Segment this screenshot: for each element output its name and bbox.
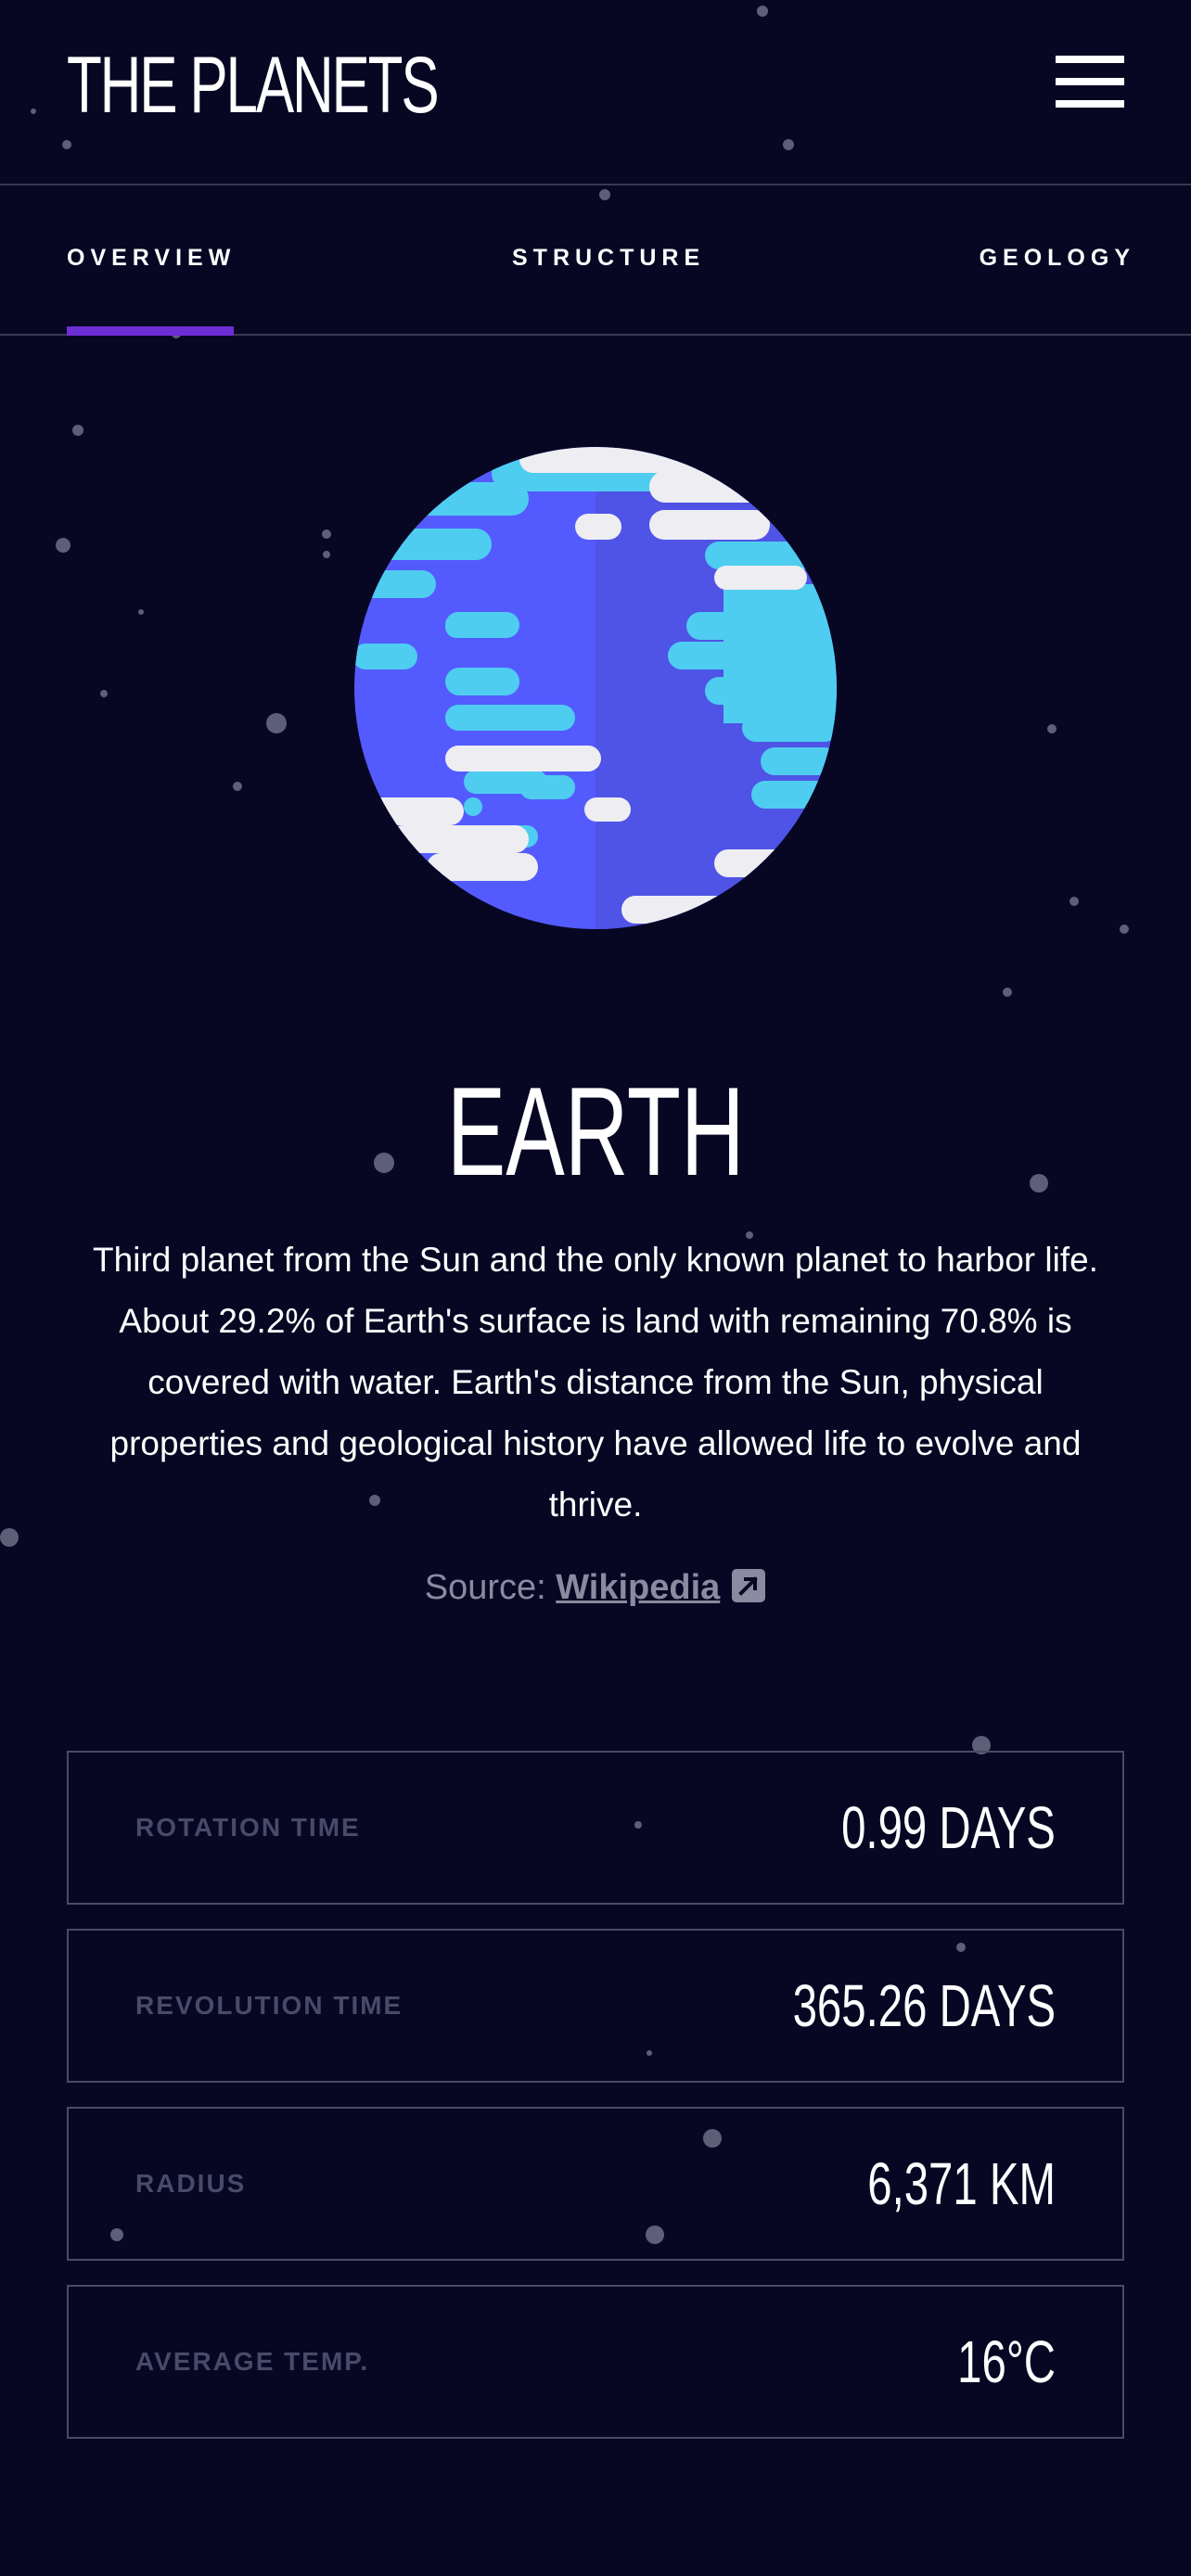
stat-label: AVERAGE TEMP. xyxy=(135,2347,370,2376)
stat-average-temp: AVERAGE TEMP. 16°C xyxy=(67,2285,1124,2439)
tab-geology[interactable]: GEOLOGY xyxy=(980,185,1135,334)
wikipedia-link[interactable]: Wikipedia xyxy=(556,1568,720,1607)
source-prefix: Source: xyxy=(424,1568,557,1607)
stat-value: 6,371 KM xyxy=(867,2150,1056,2217)
active-tab-indicator xyxy=(67,326,234,336)
stat-value: 365.26 DAYS xyxy=(792,1972,1056,2039)
planet-description: Third planet from the Sun and the only k… xyxy=(93,1241,1098,1524)
stat-label: ROTATION TIME xyxy=(135,1813,361,1842)
stat-value: 16°C xyxy=(957,2328,1056,2395)
hamburger-menu-icon[interactable] xyxy=(1056,56,1124,108)
source-line: Source: Wikipedia xyxy=(0,1560,1191,1615)
stat-revolution-time: REVOLUTION TIME 365.26 DAYS xyxy=(67,1929,1124,2083)
stat-label: REVOLUTION TIME xyxy=(135,1991,403,2020)
stat-radius: RADIUS 6,371 KM xyxy=(67,2107,1124,2261)
stat-value: 0.99 DAYS xyxy=(841,1794,1056,1861)
tab-structure[interactable]: STRUCTURE xyxy=(512,185,705,334)
site-header: THE PLANETS xyxy=(0,0,1191,185)
tab-overview[interactable]: OVERVIEW xyxy=(67,185,236,334)
site-logo[interactable]: THE PLANETS xyxy=(67,39,440,132)
external-link-icon[interactable] xyxy=(731,1568,766,1603)
stat-label: RADIUS xyxy=(135,2169,247,2198)
planet-tabs: OVERVIEW STRUCTURE GEOLOGY xyxy=(0,185,1191,336)
stat-rotation-time: ROTATION TIME 0.99 DAYS xyxy=(67,1751,1124,1905)
planet-name-text: EARTH xyxy=(446,1061,745,1202)
earth-planet-illustration xyxy=(354,447,837,929)
planet-name: EARTH xyxy=(0,1057,1191,1205)
